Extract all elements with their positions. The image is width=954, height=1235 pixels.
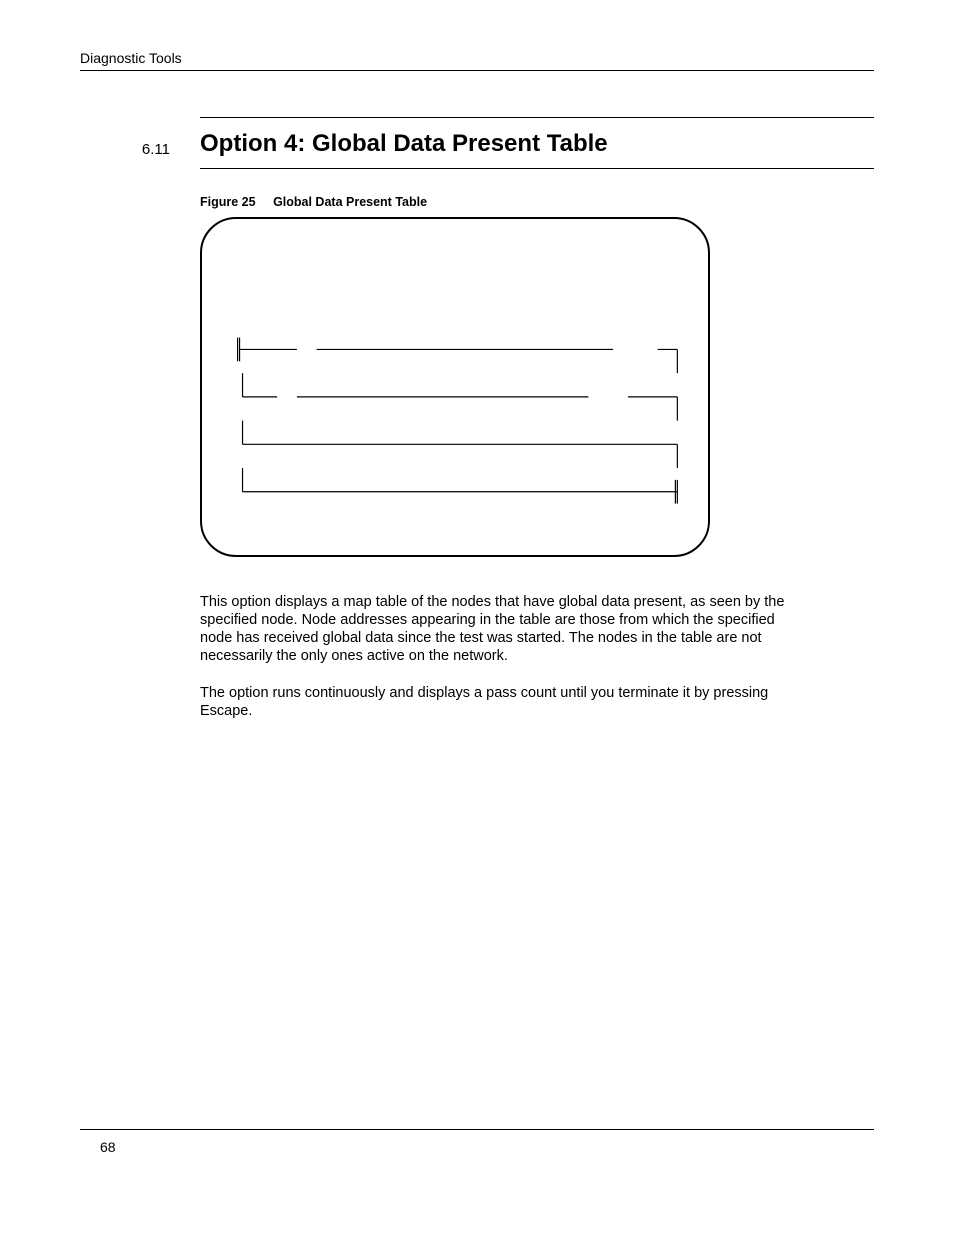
figure-caption: Figure 25 Global Data Present Table	[200, 195, 874, 209]
content-row: 6.11 Option 4: Global Data Present Table…	[80, 117, 874, 738]
section-heading: Option 4: Global Data Present Table	[200, 130, 874, 158]
figure-illustration	[200, 217, 710, 557]
paragraph-2: The option runs continuously and display…	[200, 684, 810, 720]
screen-diagram-icon	[202, 219, 708, 555]
page-header: Diagnostic Tools	[80, 50, 874, 71]
header-title: Diagnostic Tools	[80, 50, 182, 66]
section-number: 6.11	[80, 117, 200, 158]
paragraph-1: This option displays a map table of the …	[200, 593, 810, 666]
rule-bottom	[200, 168, 874, 169]
rule-top	[200, 117, 874, 118]
figure-label: Figure 25	[200, 195, 256, 209]
section-main: Option 4: Global Data Present Table Figu…	[200, 117, 874, 738]
footer-rule	[80, 1129, 874, 1130]
page-number: 68	[100, 1139, 116, 1155]
figure-title: Global Data Present Table	[273, 195, 427, 209]
body-text: This option displays a map table of the …	[200, 593, 874, 720]
document-page: Diagnostic Tools 6.11 Option 4: Global D…	[0, 0, 954, 1235]
